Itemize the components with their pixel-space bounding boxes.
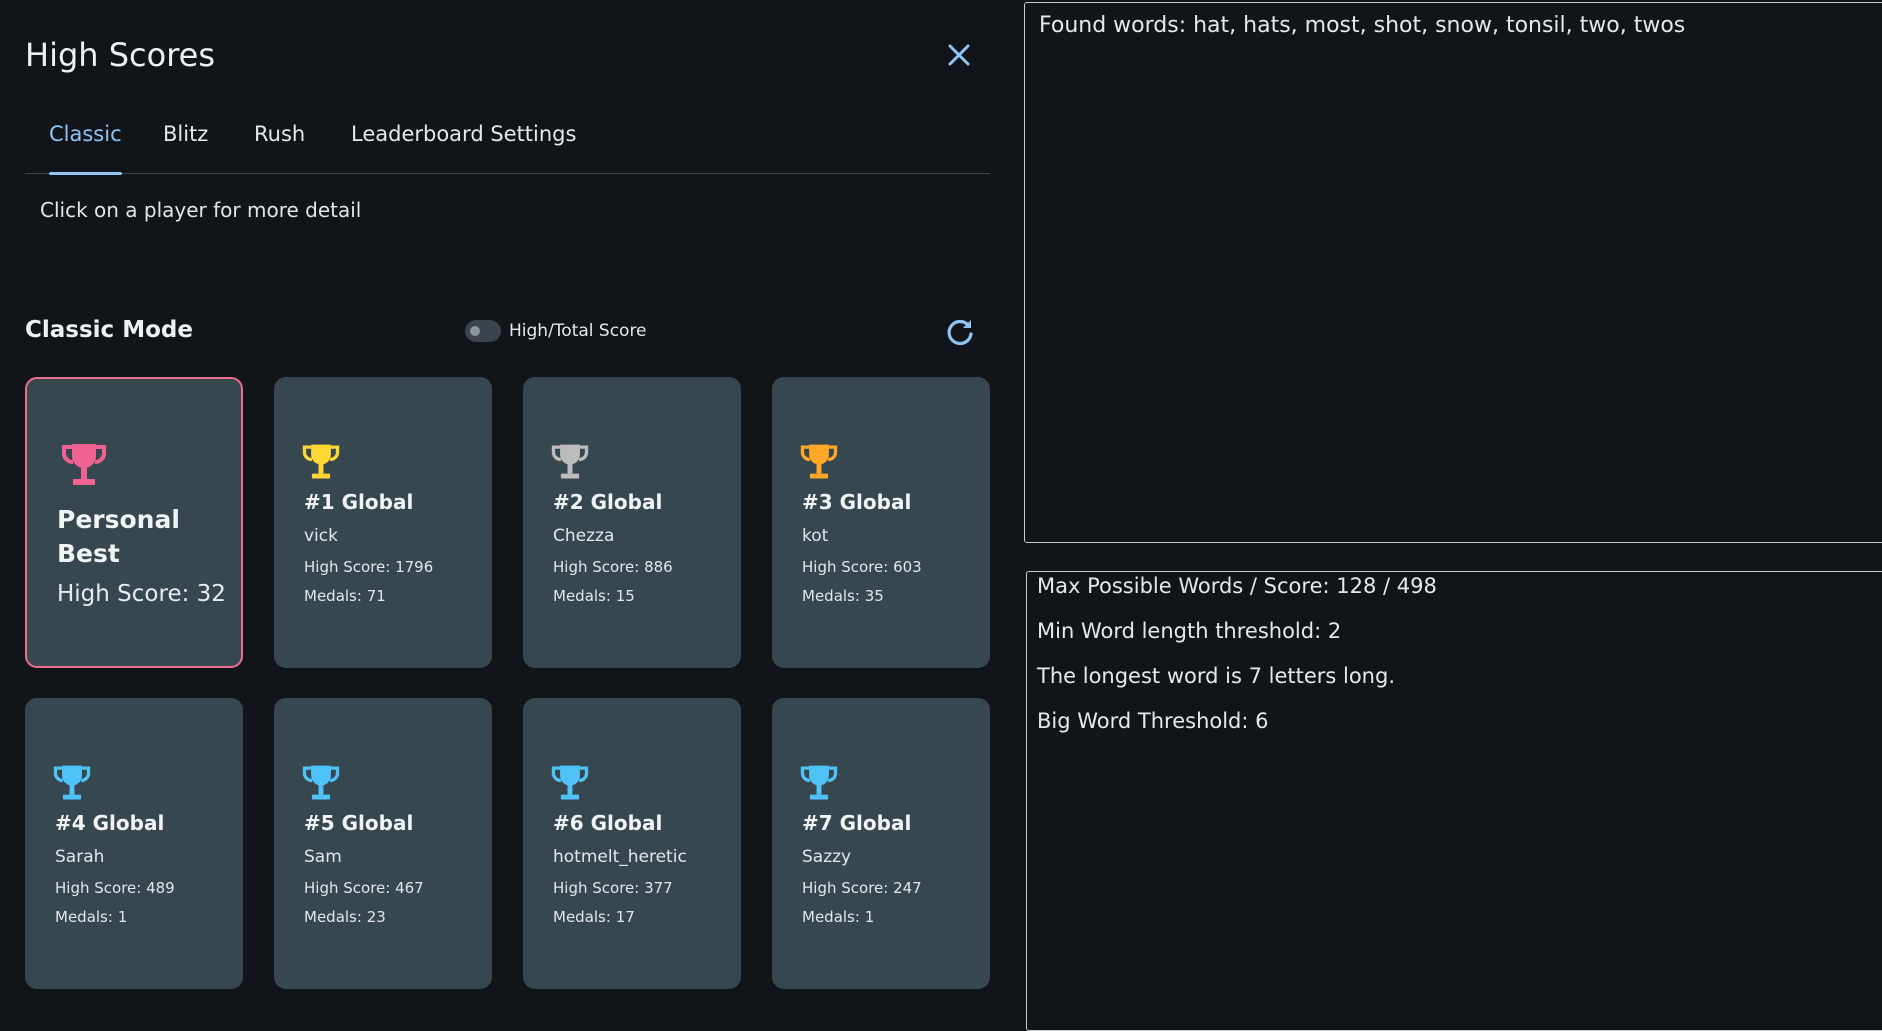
personal-best-score: High Score: 32	[57, 581, 226, 607]
min-word-length: Min Word length threshold: 2	[1037, 619, 1342, 643]
toggle-track[interactable]	[465, 320, 501, 342]
leader-card-7[interactable]: #7 Global Sazzy High Score: 247 Medals: …	[772, 698, 990, 989]
trophy-icon	[302, 444, 340, 479]
found-words-text: Found words: hat, hats, most, shot, snow…	[1039, 13, 1686, 38]
player-high-score: High Score: 377	[553, 879, 673, 897]
tab-rush[interactable]: Rush	[254, 122, 305, 174]
personal-best-card[interactable]: Personal Best High Score: 32	[25, 377, 243, 668]
trophy-icon	[800, 444, 838, 479]
rank-label: #1 Global	[304, 490, 414, 514]
longest-word: The longest word is 7 letters long.	[1037, 664, 1395, 688]
mode-tabs: Classic Blitz Rush Leaderboard Settings	[25, 118, 990, 175]
leaderboard-grid: Personal Best High Score: 32 #1 Global v…	[25, 377, 990, 989]
player-name: hotmelt_heretic	[553, 847, 687, 867]
rank-label: #2 Global	[553, 490, 663, 514]
toggle-knob	[470, 326, 480, 336]
leader-card-3[interactable]: #3 Global kot High Score: 603 Medals: 35	[772, 377, 990, 668]
tab-classic[interactable]: Classic	[49, 122, 122, 175]
player-medals: Medals: 1	[802, 908, 875, 926]
dialog-title: High Scores	[25, 36, 216, 74]
player-high-score: High Score: 603	[802, 558, 922, 576]
player-name: Chezza	[553, 526, 615, 546]
leader-card-5[interactable]: #5 Global Sam High Score: 467 Medals: 23	[274, 698, 492, 989]
high-total-score-toggle[interactable]: High/Total Score	[465, 320, 647, 342]
trophy-icon	[302, 765, 340, 800]
trophy-icon	[551, 444, 589, 479]
trophy-icon	[551, 765, 589, 800]
personal-best-title: Personal Best	[57, 505, 180, 568]
player-medals: Medals: 15	[553, 587, 635, 605]
player-medals: Medals: 17	[553, 908, 635, 926]
mode-title: Classic Mode	[25, 317, 193, 343]
close-icon	[948, 44, 970, 66]
refresh-button[interactable]	[944, 316, 976, 348]
trophy-icon	[800, 765, 838, 800]
player-name: Sam	[304, 847, 342, 867]
leader-card-4[interactable]: #4 Global Sarah High Score: 489 Medals: …	[25, 698, 243, 989]
tab-blitz[interactable]: Blitz	[163, 122, 208, 174]
trophy-icon	[53, 765, 91, 800]
player-name: Sazzy	[802, 847, 852, 867]
leader-card-2[interactable]: #2 Global Chezza High Score: 886 Medals:…	[523, 377, 741, 668]
hint-text: Click on a player for more detail	[40, 198, 362, 222]
rank-label: #3 Global	[802, 490, 912, 514]
player-medals: Medals: 71	[304, 587, 386, 605]
rank-label: #6 Global	[553, 811, 663, 835]
player-high-score: High Score: 886	[553, 558, 673, 576]
player-medals: Medals: 1	[55, 908, 128, 926]
player-high-score: High Score: 247	[802, 879, 922, 897]
player-name: Sarah	[55, 847, 105, 867]
toggle-label: High/Total Score	[509, 321, 647, 341]
close-button[interactable]	[944, 40, 974, 70]
leader-card-6[interactable]: #6 Global hotmelt_heretic High Score: 37…	[523, 698, 741, 989]
player-medals: Medals: 23	[304, 908, 386, 926]
rank-label: #7 Global	[802, 811, 912, 835]
tab-leaderboard-settings[interactable]: Leaderboard Settings	[351, 122, 576, 174]
max-possible-words: Max Possible Words / Score: 128 / 498	[1037, 574, 1437, 598]
player-high-score: High Score: 467	[304, 879, 424, 897]
leader-card-1[interactable]: #1 Global vick High Score: 1796 Medals: …	[274, 377, 492, 668]
player-name: kot	[802, 526, 829, 546]
found-words-panel: Found words: hat, hats, most, shot, snow…	[1024, 2, 1882, 543]
player-name: vick	[304, 526, 338, 546]
player-medals: Medals: 35	[802, 587, 884, 605]
rank-label: #4 Global	[55, 811, 165, 835]
big-word-threshold: Big Word Threshold: 6	[1037, 709, 1269, 733]
rank-label: #5 Global	[304, 811, 414, 835]
player-high-score: High Score: 1796	[304, 558, 434, 576]
trophy-icon	[62, 444, 106, 485]
refresh-icon	[947, 319, 973, 346]
high-scores-dialog: High Scores Classic Blitz Rush Leaderboa…	[0, 0, 1008, 1020]
game-stats-panel: Max Possible Words / Score: 128 / 498 Mi…	[1026, 571, 1882, 1031]
player-high-score: High Score: 489	[55, 879, 175, 897]
